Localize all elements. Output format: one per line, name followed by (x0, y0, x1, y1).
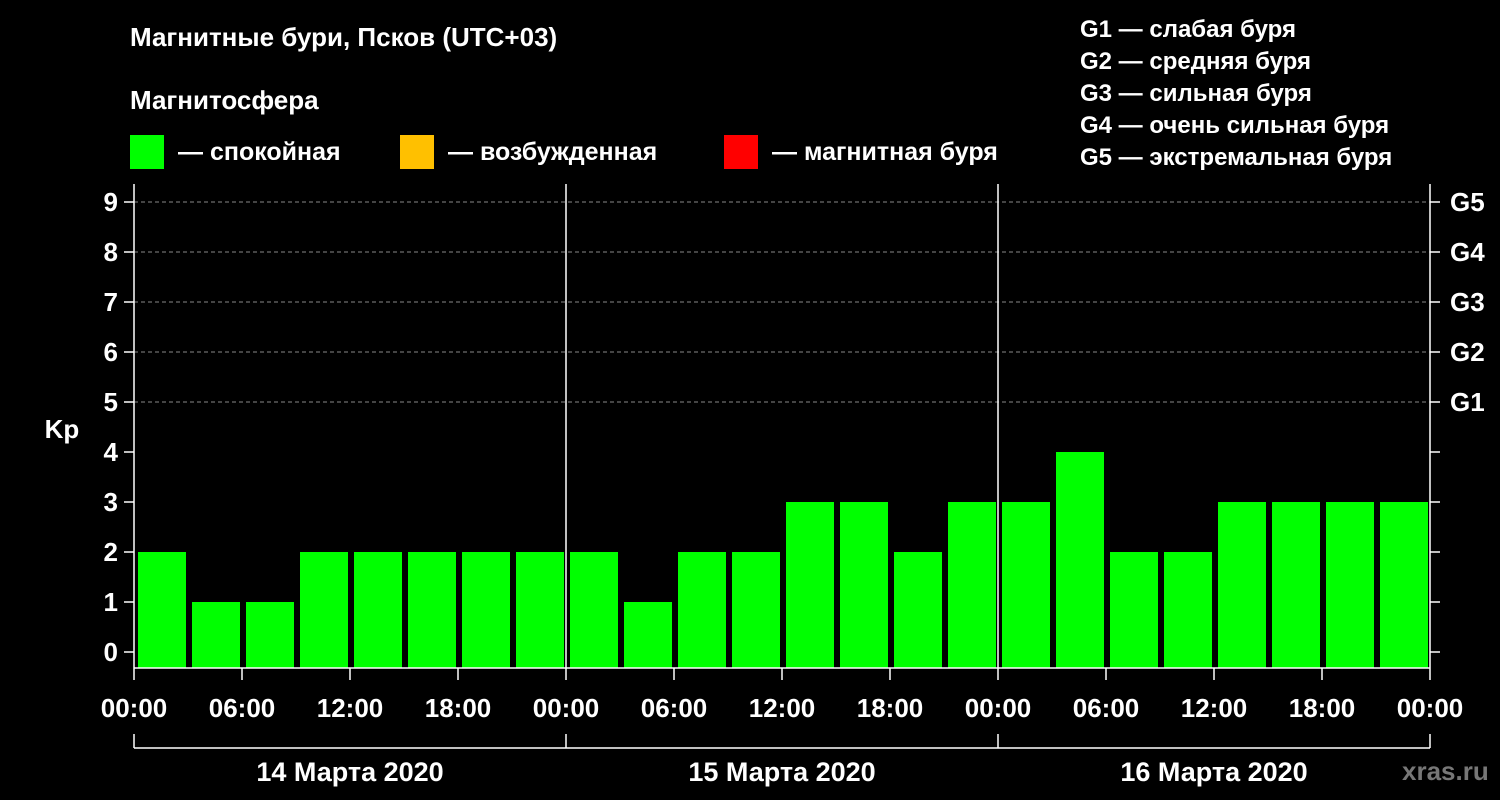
kp-bar (840, 502, 888, 668)
kp-bar (1164, 552, 1212, 668)
day-label: 15 Марта 2020 (688, 757, 875, 787)
kp-bar (1380, 502, 1428, 668)
kp-bar (570, 552, 618, 668)
kp-bar (624, 602, 672, 668)
g-tick-label: G3 (1450, 287, 1485, 317)
x-tick-label: 00:00 (533, 693, 600, 723)
kp-bar (1056, 452, 1104, 668)
x-tick-label: 06:00 (1073, 693, 1140, 723)
kp-bar (1326, 502, 1374, 668)
day-label: 16 Марта 2020 (1120, 757, 1307, 787)
y-tick-label: 6 (104, 337, 118, 367)
g-tick-label: G2 (1450, 337, 1485, 367)
kp-bar (300, 552, 348, 668)
y-tick-label: 0 (104, 637, 118, 667)
kp-bar (354, 552, 402, 668)
y-tick-label: 1 (104, 587, 118, 617)
x-tick-label: 00:00 (101, 693, 168, 723)
x-tick-label: 18:00 (857, 693, 924, 723)
kp-bar-chart: 0 1 2 3 4 5 6 7 8 9 G1 G2 G3 G4 G5 Kp 00:00 06:00 12:00 18:… (45, 184, 1485, 787)
y-tick-label: 4 (104, 437, 119, 467)
kp-bar (408, 552, 456, 668)
kp-bar (1002, 502, 1050, 668)
kp-bar (246, 602, 294, 668)
y-tick-label: 5 (104, 387, 118, 417)
kp-bar (516, 552, 564, 668)
x-tick-label: 12:00 (317, 693, 384, 723)
day-label: 14 Марта 2020 (256, 757, 443, 787)
kp-bar (678, 552, 726, 668)
y-tick-label: 2 (104, 537, 118, 567)
kp-bar (462, 552, 510, 668)
x-tick-label: 12:00 (1181, 693, 1248, 723)
kp-bar (948, 502, 996, 668)
y-tick-label: 7 (104, 287, 118, 317)
y-axis-label: Kp (45, 414, 80, 444)
y-tick-label: 9 (104, 187, 118, 217)
x-tick-label: 00:00 (1397, 693, 1464, 723)
y-tick-label: 8 (104, 237, 118, 267)
g-tick-label: G4 (1450, 237, 1485, 267)
kp-bar (1218, 502, 1266, 668)
x-tick-label: 00:00 (965, 693, 1032, 723)
x-tick-label: 06:00 (209, 693, 276, 723)
g-tick-label: G5 (1450, 187, 1485, 217)
g-tick-label: G1 (1450, 387, 1485, 417)
kp-bar (786, 502, 834, 668)
watermark: xras.ru (1402, 756, 1489, 786)
kp-bar (138, 552, 186, 668)
kp-bar (192, 602, 240, 668)
kp-bar (1110, 552, 1158, 668)
x-tick-label: 18:00 (1289, 693, 1356, 723)
x-tick-label: 06:00 (641, 693, 708, 723)
kp-bar (894, 552, 942, 668)
kp-bar (1272, 502, 1320, 668)
y-tick-label: 3 (104, 487, 118, 517)
kp-bar (732, 552, 780, 668)
x-tick-label: 18:00 (425, 693, 492, 723)
x-tick-label: 12:00 (749, 693, 816, 723)
